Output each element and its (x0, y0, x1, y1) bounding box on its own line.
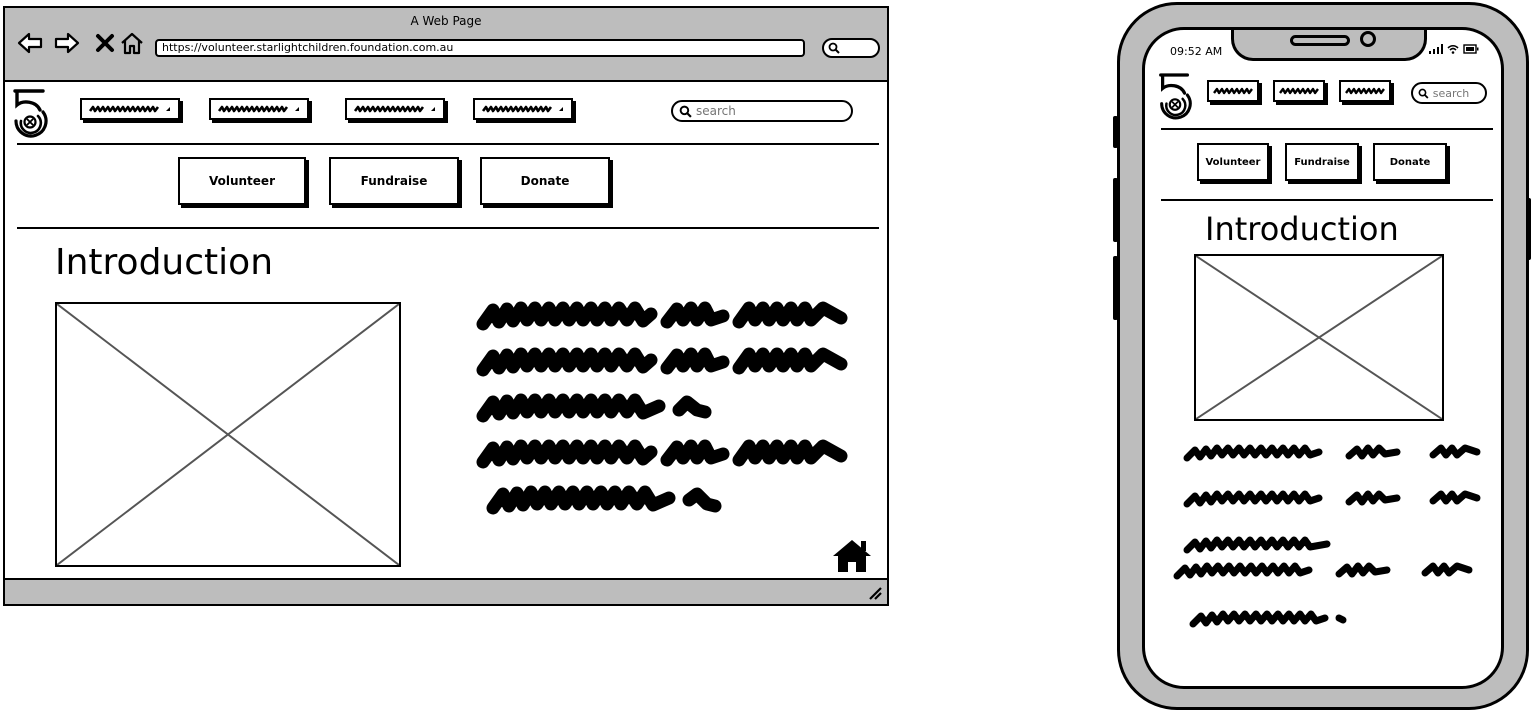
wifi-icon (1447, 44, 1459, 54)
search-input[interactable] (696, 104, 834, 118)
camera-icon (1360, 31, 1376, 47)
search-icon (1418, 88, 1429, 99)
foundation-logo (1155, 72, 1195, 124)
browser-status-bar (5, 578, 887, 604)
desktop-browser-window: A Web Page https://volunteer.starlightch… (3, 6, 889, 606)
header-divider (17, 143, 879, 145)
site-search[interactable] (671, 100, 853, 122)
header-divider (1161, 128, 1493, 130)
nav-link-3[interactable] (345, 98, 445, 120)
cta-divider (1161, 199, 1493, 201)
window-title: A Web Page (410, 14, 482, 28)
page-content: Volunteer Fundraise Donate Introduction (5, 82, 887, 578)
nav-link-4[interactable] (473, 98, 573, 120)
status-icons (1429, 44, 1479, 54)
nav-link-2[interactable] (209, 98, 309, 120)
browser-chrome: A Web Page https://volunteer.starlightch… (5, 8, 887, 82)
donate-button[interactable]: Donate (1373, 143, 1447, 181)
nav-link-2[interactable] (1273, 80, 1325, 102)
nav-link-3[interactable] (1339, 80, 1391, 102)
search-icon (828, 42, 840, 54)
forward-arrow-icon[interactable] (54, 30, 80, 56)
fundraise-button[interactable]: Fundraise (1285, 143, 1359, 181)
paragraph-scribble (1173, 444, 1481, 628)
page-title: Introduction (55, 242, 274, 283)
mobile-phone-frame: 09:52 AM search Volunteer Fundraise Dona… (1117, 2, 1529, 710)
search-icon (679, 105, 692, 118)
nav-link-1[interactable] (1207, 80, 1259, 102)
mobile-screen: 09:52 AM search Volunteer Fundraise Dona… (1142, 27, 1504, 689)
paragraph-scribble (476, 301, 848, 515)
donate-button[interactable]: Donate (480, 157, 610, 205)
status-time: 09:52 AM (1170, 45, 1223, 58)
search-input[interactable] (1432, 86, 1485, 100)
volunteer-button[interactable]: Volunteer (1197, 143, 1269, 181)
image-placeholder (1194, 254, 1444, 421)
close-x-icon[interactable] (92, 30, 118, 56)
signal-icon (1429, 44, 1443, 54)
home-icon[interactable] (831, 538, 873, 574)
nav-link-1[interactable] (80, 98, 180, 120)
resize-handle-icon[interactable] (867, 585, 883, 601)
browser-search-field[interactable] (822, 38, 880, 58)
home-outline-icon[interactable] (119, 30, 145, 56)
cta-divider (17, 227, 879, 229)
image-placeholder (55, 302, 401, 567)
speaker-icon (1290, 35, 1350, 46)
fundraise-button[interactable]: Fundraise (329, 157, 459, 205)
battery-icon (1463, 44, 1479, 54)
foundation-logo (9, 88, 51, 142)
url-bar[interactable]: https://volunteer.starlightchildren.foun… (155, 39, 805, 57)
page-title: Introduction (1205, 210, 1399, 248)
site-search[interactable] (1411, 82, 1487, 104)
phone-notch (1231, 30, 1427, 61)
volunteer-button[interactable]: Volunteer (178, 157, 306, 205)
back-arrow-icon[interactable] (17, 30, 43, 56)
